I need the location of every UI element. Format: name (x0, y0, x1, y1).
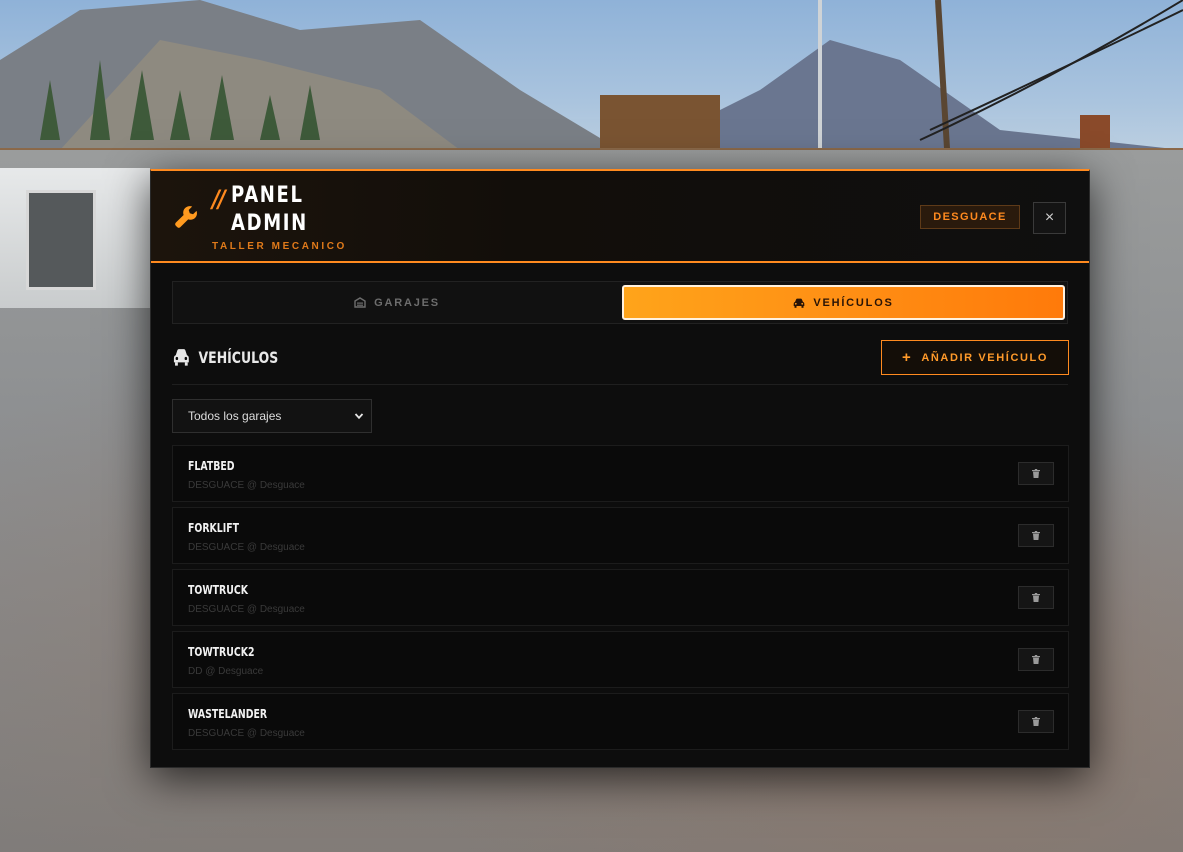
panel-subtitle: TALLER MECANICO (212, 241, 347, 252)
add-vehicle-label: AÑADIR VEHÍCULO (921, 351, 1049, 364)
background-container-door (26, 190, 96, 290)
vehicle-row: TOWTRUCK2 DD @ Desguace (172, 631, 1069, 688)
add-vehicle-button[interactable]: + AÑADIR VEHÍCULO (881, 340, 1069, 375)
section-title-text: VEHÍCULOS (198, 347, 279, 367)
vehicle-location: DESGUACE @ Desguace (188, 480, 305, 491)
admin-panel-modal: // PANEL ADMIN TALLER MECANICO DESGUACE … (150, 169, 1090, 768)
car-icon (794, 298, 805, 308)
vehicle-row: TOWTRUCK DESGUACE @ Desguace (172, 569, 1069, 626)
vehicle-location: DESGUACE @ Desguace (188, 604, 305, 615)
tab-vehiculos[interactable]: VEHÍCULOS (622, 285, 1065, 320)
vehicle-name: WASTELANDER (188, 707, 268, 721)
vehicle-row: FLATBED DESGUACE @ Desguace (172, 445, 1069, 502)
vehicle-row: FORKLIFT DESGUACE @ Desguace (172, 507, 1069, 564)
vehicle-name: TOWTRUCK (188, 583, 248, 597)
vehicle-location: DESGUACE @ Desguace (188, 728, 305, 739)
job-badge: DESGUACE (920, 205, 1020, 229)
vehicle-list: FLATBED DESGUACE @ Desguace FORKLIFT DES… (172, 445, 1069, 755)
plus-icon: + (901, 349, 913, 366)
panel-header: // PANEL ADMIN TALLER MECANICO DESGUACE … (151, 171, 1089, 263)
vehicle-location: DD @ Desguace (188, 666, 264, 677)
chevron-down-icon (354, 413, 364, 420)
delete-vehicle-button[interactable] (1018, 524, 1054, 547)
trash-icon (1032, 593, 1040, 602)
section-divider (172, 384, 1068, 385)
trash-icon (1032, 717, 1040, 726)
vehicle-name: TOWTRUCK2 (188, 645, 255, 659)
delete-vehicle-button[interactable] (1018, 648, 1054, 671)
wrench-icon (175, 206, 197, 228)
close-icon: × (1044, 209, 1055, 226)
title-slash: // (212, 185, 226, 213)
vehicle-name: FLATBED (188, 459, 235, 473)
tab-vehiculos-label: VEHÍCULOS (813, 296, 894, 309)
panel-title-line2: ADMIN (231, 211, 308, 236)
garage-icon (354, 297, 366, 308)
delete-vehicle-button[interactable] (1018, 586, 1054, 609)
trash-icon (1032, 469, 1040, 478)
tab-garajes-label: GARAJES (374, 296, 440, 309)
garage-filter-select[interactable]: Todos los garajes (172, 399, 372, 433)
vehicle-location: DESGUACE @ Desguace (188, 542, 305, 553)
vehicle-row: WASTELANDER DESGUACE @ Desguace (172, 693, 1069, 750)
tab-garajes[interactable]: GARAJES (173, 282, 621, 323)
car-icon (173, 349, 189, 366)
garage-filter-value: Todos los garajes (188, 409, 282, 423)
close-button[interactable]: × (1033, 202, 1066, 234)
tab-bar: GARAJES VEHÍCULOS (172, 281, 1068, 324)
section-heading: VEHÍCULOS (172, 346, 278, 368)
trash-icon (1032, 655, 1040, 664)
trash-icon (1032, 531, 1040, 540)
panel-title-line1: PANEL (231, 183, 304, 208)
vehicle-name: FORKLIFT (188, 521, 240, 535)
delete-vehicle-button[interactable] (1018, 710, 1054, 733)
delete-vehicle-button[interactable] (1018, 462, 1054, 485)
